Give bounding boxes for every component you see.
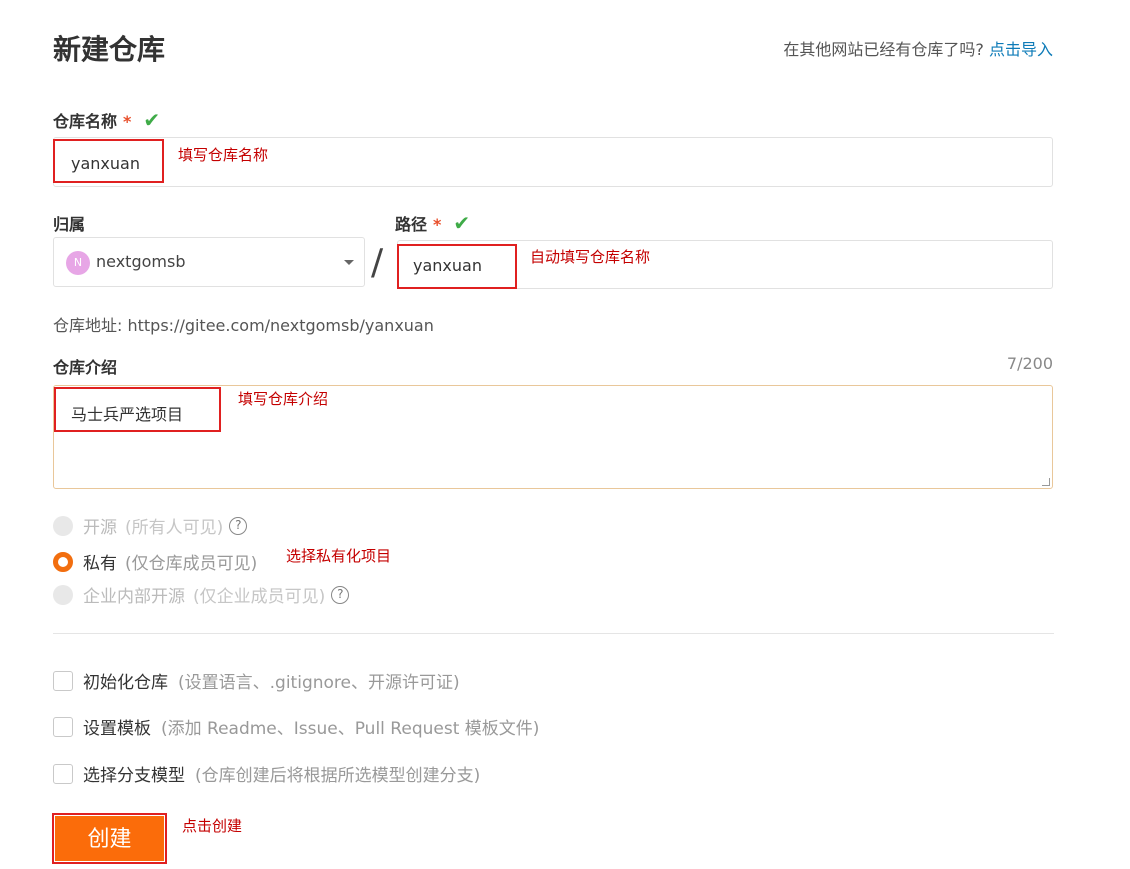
- description-counter: 7/200: [1006, 354, 1053, 373]
- radio-sublabel: (仅企业成员可见): [193, 587, 326, 607]
- annotation-frame-repo-name: [53, 139, 164, 183]
- radio-button[interactable]: [53, 584, 73, 605]
- check-icon: ✔: [143, 108, 161, 132]
- annotation-description: 填写仓库介绍: [238, 390, 329, 408]
- import-hint: 在其他网站已经有仓库了吗? 点击导入: [783, 36, 1053, 60]
- annotation-frame-path: [397, 244, 517, 289]
- option-init-repo[interactable]: 初始化仓库 (设置语言、.gitignore、开源许可证): [53, 668, 460, 693]
- annotation-submit: 点击创建: [182, 817, 243, 835]
- owner-value: nextgomsb: [96, 252, 186, 271]
- option-label: 选择分支模型: [83, 766, 185, 786]
- create-button[interactable]: 创建: [55, 816, 164, 861]
- radio-button[interactable]: [53, 551, 73, 572]
- checkbox[interactable]: [53, 716, 73, 737]
- radio-label: 企业内部开源: [83, 587, 185, 607]
- import-prompt: 在其他网站已经有仓库了吗?: [783, 40, 984, 59]
- annotation-path: 自动填写仓库名称: [530, 248, 651, 266]
- repo-address: 仓库地址: https://gitee.com/nextgomsb/yanxua…: [53, 316, 434, 335]
- radio-sublabel: (仅仓库成员可见): [125, 554, 258, 574]
- caret-down-icon: [344, 260, 354, 265]
- path-separator: /: [371, 242, 384, 283]
- owner-label: 归属: [53, 215, 86, 234]
- repo-name-label: 仓库名称 * ✔: [53, 108, 160, 132]
- option-label: 设置模板: [83, 719, 151, 739]
- avatar: N: [66, 251, 90, 275]
- check-icon: ✔: [453, 211, 471, 235]
- help-icon[interactable]: ?: [229, 516, 248, 535]
- option-sublabel: (添加 Readme、Issue、Pull Request 模板文件): [161, 719, 540, 739]
- repo-name-label-text: 仓库名称: [53, 112, 118, 131]
- option-sublabel: (设置语言、.gitignore、开源许可证): [178, 673, 460, 693]
- annotation-visibility: 选择私有化项目: [286, 547, 392, 565]
- checkbox[interactable]: [53, 670, 73, 691]
- checkbox[interactable]: [53, 763, 73, 784]
- annotation-frame-description: [54, 387, 221, 432]
- option-label: 初始化仓库: [83, 673, 168, 693]
- radio-sublabel: (所有人可见): [125, 518, 224, 538]
- required-mark: *: [433, 215, 442, 234]
- description-label: 仓库介绍: [53, 358, 118, 377]
- radio-label: 开源: [83, 518, 117, 538]
- page-title: 新建仓库: [53, 33, 166, 66]
- path-label: 路径 * ✔: [395, 211, 470, 235]
- help-icon[interactable]: ?: [331, 585, 350, 604]
- option-template[interactable]: 设置模板 (添加 Readme、Issue、Pull Request 模板文件): [53, 714, 539, 739]
- path-label-text: 路径: [395, 215, 428, 234]
- option-branch-model[interactable]: 选择分支模型 (仓库创建后将根据所选模型创建分支): [53, 761, 480, 786]
- radio-label: 私有: [83, 554, 117, 574]
- owner-select[interactable]: N nextgomsb: [53, 237, 365, 287]
- radio-button[interactable]: [53, 515, 73, 536]
- import-link[interactable]: 点击导入: [989, 40, 1053, 59]
- divider: [53, 633, 1054, 634]
- radio-private[interactable]: 私有 (仅仓库成员可见): [53, 549, 257, 574]
- required-mark: *: [123, 112, 132, 131]
- resize-handle-icon[interactable]: [1042, 478, 1050, 486]
- annotation-repo-name: 填写仓库名称: [178, 146, 269, 164]
- radio-enterprise[interactable]: 企业内部开源 (仅企业成员可见) ?: [53, 582, 350, 607]
- option-sublabel: (仓库创建后将根据所选模型创建分支): [195, 766, 481, 786]
- radio-public[interactable]: 开源 (所有人可见) ?: [53, 513, 248, 538]
